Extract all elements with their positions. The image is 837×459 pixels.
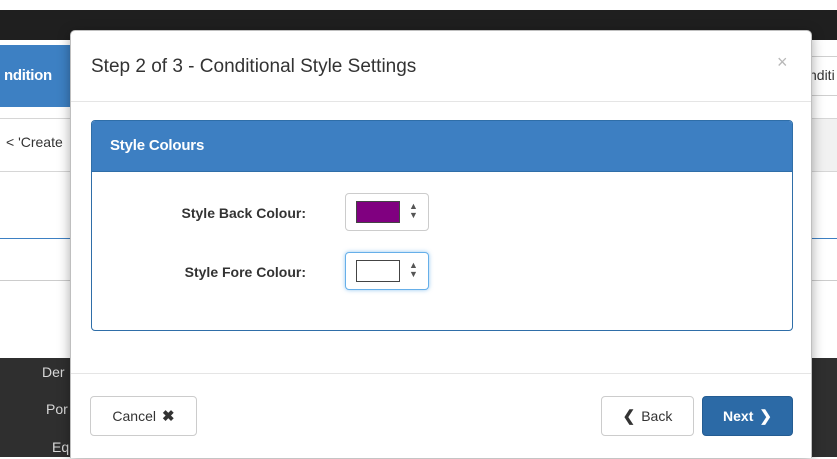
- cancel-button-label: Cancel: [112, 408, 156, 424]
- background-condition-tab-label: ndition: [4, 67, 52, 84]
- chevron-right-icon: ❯: [759, 407, 772, 425]
- style-back-colour-select[interactable]: ▲ ▼: [345, 193, 429, 231]
- panel-title: Style Colours: [110, 137, 205, 154]
- modal-footer: Cancel ✖ ❮ Back Next ❯: [71, 373, 811, 459]
- back-button-label: Back: [641, 408, 673, 424]
- background-condition-tab[interactable]: ndition: [0, 45, 75, 107]
- next-button-label: Next: [723, 408, 754, 424]
- close-icon[interactable]: ×: [777, 52, 788, 73]
- cancel-button[interactable]: Cancel ✖: [90, 396, 197, 436]
- select-arrows-icon: ▲ ▼: [409, 260, 418, 279]
- next-button[interactable]: Next ❯: [702, 396, 793, 436]
- style-fore-colour-label: Style Fore Colour:: [184, 264, 306, 280]
- modal-title: Step 2 of 3 - Conditional Style Settings: [91, 56, 417, 77]
- background-dark-item[interactable]: Eq: [52, 439, 69, 455]
- close-x-icon: ✖: [162, 407, 175, 425]
- select-arrows-icon: ▲ ▼: [409, 201, 418, 220]
- conditional-style-modal: Step 2 of 3 - Conditional Style Settings…: [70, 30, 812, 458]
- modal-header: Step 2 of 3 - Conditional Style Settings…: [71, 31, 811, 102]
- background-condition-button-label: nditi: [809, 67, 835, 83]
- panel-heading: Style Colours: [92, 121, 792, 172]
- style-back-colour-label: Style Back Colour:: [181, 205, 306, 221]
- back-button[interactable]: ❮ Back: [601, 396, 694, 436]
- style-colours-panel: Style Colours Style Back Colour: ▲ ▼ Styl…: [91, 120, 793, 331]
- style-fore-colour-select[interactable]: ▲ ▼: [345, 252, 429, 290]
- fore-colour-swatch: [356, 260, 400, 282]
- background-create-text: < 'Create: [6, 134, 63, 150]
- background-dark-item[interactable]: Der: [42, 364, 65, 380]
- back-colour-swatch: [356, 201, 400, 223]
- background-create-snippet: < 'Create: [0, 118, 76, 172]
- background-dark-item[interactable]: Por: [46, 401, 68, 417]
- chevron-left-icon: ❮: [622, 407, 636, 425]
